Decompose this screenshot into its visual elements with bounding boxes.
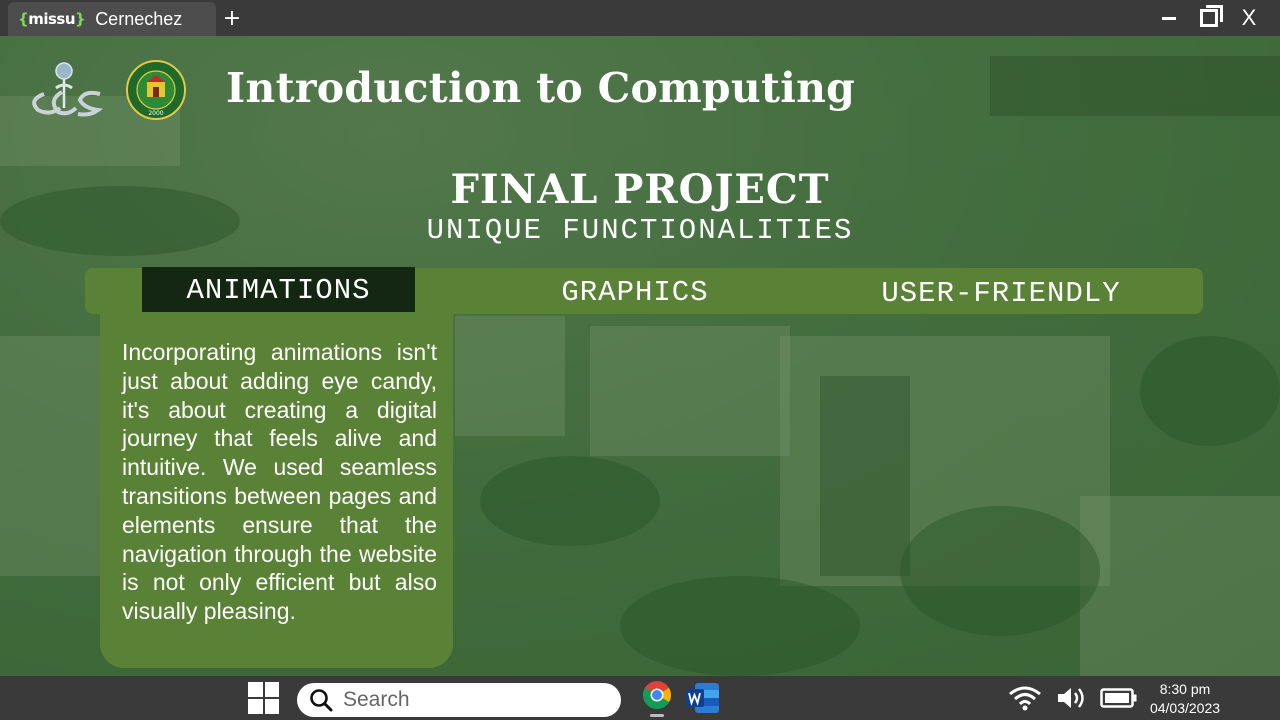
new-tab-button[interactable]: + bbox=[222, 4, 242, 32]
tab-animations[interactable]: ANIMATIONS bbox=[142, 267, 415, 313]
background-tree bbox=[900, 506, 1100, 636]
minimize-button[interactable] bbox=[1158, 6, 1180, 30]
windows-logo-icon bbox=[264, 699, 279, 714]
tab-content-text: Incorporating animations isn't just abou… bbox=[122, 339, 437, 625]
background-building bbox=[0, 336, 100, 576]
window-controls: X bbox=[1158, 0, 1260, 36]
slide-canvas: 2000 Introduction to Computing FINAL PRO… bbox=[0, 36, 1280, 676]
taskbar: Search 8:30 pm 04/03/2023 bbox=[0, 676, 1280, 720]
background-building bbox=[1080, 496, 1280, 676]
seal-year: 2000 bbox=[148, 110, 163, 117]
browser-tab-strip: {missu} Cernechez + X bbox=[0, 0, 1280, 36]
background-building bbox=[590, 326, 790, 456]
close-button[interactable]: X bbox=[1238, 5, 1260, 30]
app-running-indicator bbox=[650, 714, 664, 717]
background-tree bbox=[1140, 336, 1280, 446]
battery-icon[interactable] bbox=[1100, 687, 1138, 709]
page-subtitle: UNIQUE FUNCTIONALITIES bbox=[426, 214, 854, 247]
volume-icon[interactable] bbox=[1056, 685, 1086, 711]
wifi-icon[interactable] bbox=[1008, 685, 1042, 711]
taskbar-clock[interactable]: 8:30 pm 04/03/2023 bbox=[1140, 680, 1230, 718]
clock-date: 04/03/2023 bbox=[1149, 700, 1221, 716]
tab-graphics[interactable]: GRAPHICS bbox=[515, 269, 755, 315]
windows-logo-icon bbox=[248, 699, 263, 714]
missu-logo-icon: {missu} bbox=[18, 10, 86, 28]
background-tree bbox=[480, 456, 660, 546]
ccs-logo-icon bbox=[32, 62, 104, 117]
search-placeholder: Search bbox=[343, 688, 410, 711]
course-title: Introduction to Computing bbox=[226, 64, 856, 112]
search-icon bbox=[310, 689, 333, 712]
windows-logo-icon bbox=[248, 682, 263, 697]
background-building bbox=[820, 376, 910, 576]
clock-time: 8:30 pm bbox=[1159, 681, 1211, 697]
minimize-icon bbox=[1162, 16, 1176, 20]
system-tray bbox=[1008, 684, 1138, 712]
tab-content-panel: Incorporating animations isn't just abou… bbox=[100, 312, 453, 668]
background-tree bbox=[620, 576, 860, 676]
browser-tab[interactable]: {missu} Cernechez bbox=[8, 2, 216, 36]
page-title: FINAL PROJECT bbox=[450, 166, 830, 213]
maximize-button[interactable] bbox=[1198, 5, 1223, 30]
tab-title: Cernechez bbox=[95, 8, 183, 29]
start-button[interactable] bbox=[248, 682, 279, 714]
word-icon[interactable] bbox=[686, 682, 720, 714]
background-building bbox=[455, 316, 565, 436]
chrome-icon[interactable] bbox=[642, 680, 672, 710]
university-seal-icon: 2000 bbox=[126, 60, 186, 120]
windows-logo-icon bbox=[264, 682, 279, 697]
functionality-tab-bar: ANIMATIONS GRAPHICS USER-FRIENDLY bbox=[85, 267, 1203, 316]
taskbar-search[interactable]: Search bbox=[297, 683, 621, 717]
maximize-icon bbox=[1200, 5, 1223, 27]
background-building bbox=[990, 56, 1280, 116]
tab-user-friendly[interactable]: USER-FRIENDLY bbox=[865, 270, 1137, 316]
